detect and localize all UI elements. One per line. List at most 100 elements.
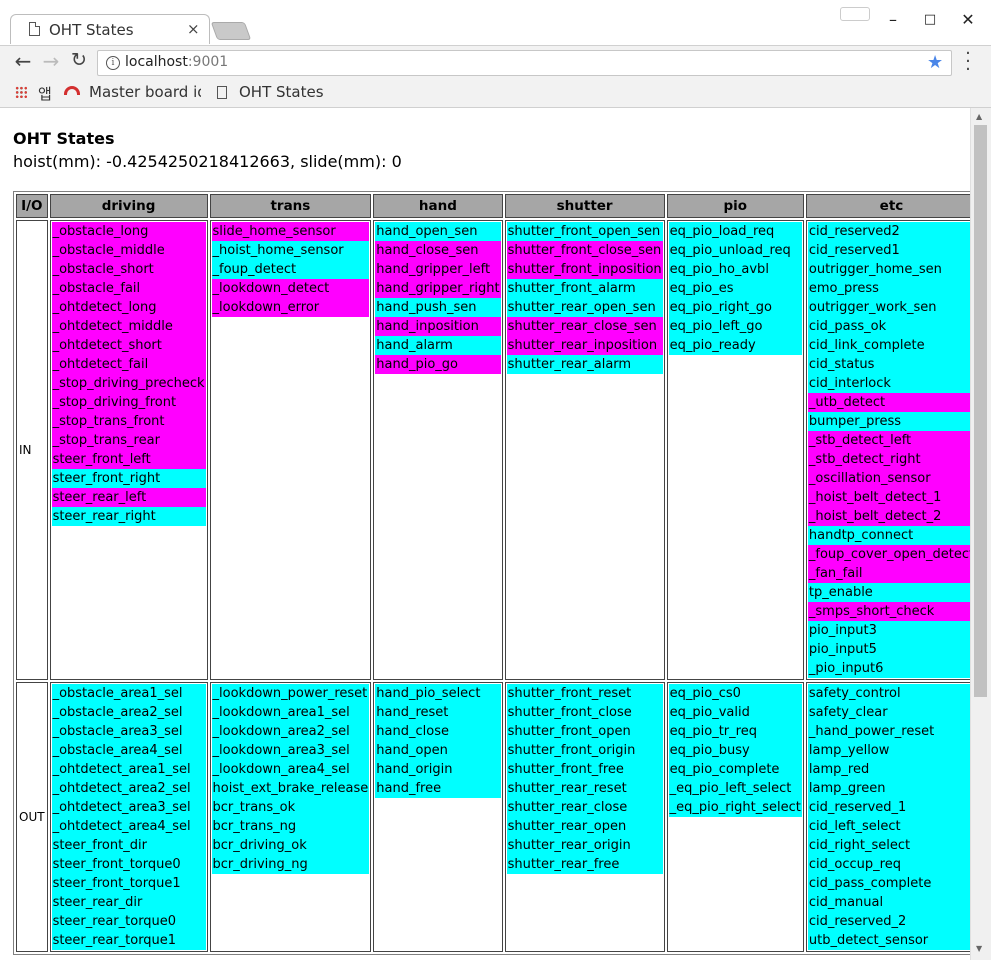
- signal-item: eq_pio_load_req: [668, 222, 802, 241]
- close-tab-icon[interactable]: ×: [187, 20, 200, 38]
- signal-item: cid_status: [807, 355, 970, 374]
- signal-item: shutter_rear_reset: [506, 779, 663, 798]
- new-tab-button[interactable]: [210, 22, 252, 40]
- signal-item: _lookdown_error: [211, 298, 370, 317]
- profile-icon[interactable]: [840, 7, 870, 21]
- signal-item: bcr_driving_ng: [211, 855, 370, 874]
- close-window-button[interactable]: ✕: [958, 10, 978, 29]
- signal-item: shutter_front_origin: [506, 741, 663, 760]
- bookmarks-bar: 앱 Master board io OHT States: [0, 78, 991, 108]
- cell-pio: eq_pio_load_req eq_pio_unload_req eq_pio_h…: [666, 220, 804, 680]
- col-header-trans: trans: [209, 194, 372, 218]
- reload-icon[interactable]: ↻: [68, 49, 90, 71]
- signal-item: _foup_detect: [211, 260, 370, 279]
- bookmark-apps[interactable]: 앱: [38, 83, 52, 104]
- signal-item: _lookdown_area3_sel: [211, 741, 370, 760]
- signal-item: shutter_front_close: [506, 703, 663, 722]
- cell-pio: eq_pio_cs0 eq_pio_valid eq_pio_tr_req eq_pi…: [666, 682, 804, 952]
- signal-item: eq_pio_cs0: [668, 684, 802, 703]
- scroll-thumb[interactable]: [974, 125, 987, 697]
- signal-item: _eq_pio_left_select: [668, 779, 802, 798]
- signal-item: shutter_front_alarm: [506, 279, 663, 298]
- signal-item: _obstacle_middle: [51, 241, 206, 260]
- signal-item: _ohtdetect_short: [51, 336, 206, 355]
- signal-item: pio_input3: [807, 621, 970, 640]
- signal-item: shutter_rear_free: [506, 855, 663, 874]
- io-label: OUT: [16, 682, 48, 952]
- signal-item: shutter_front_open_sen: [506, 222, 663, 241]
- signal-item: cid_pass_complete: [807, 874, 970, 893]
- forward-arrow-icon[interactable]: →: [40, 49, 62, 73]
- signal-item: steer_rear_torque1: [51, 931, 206, 950]
- page-content: OHT States hoist(mm): -0.425425021841266…: [0, 108, 970, 960]
- scroll-up-arrow-icon[interactable]: ▲: [976, 112, 982, 121]
- cell-etc: safety_control safety_clear _hand_power_re…: [805, 682, 970, 952]
- signal-item: hand_free: [375, 779, 501, 798]
- back-arrow-icon[interactable]: ←: [12, 49, 34, 73]
- maximize-button[interactable]: □: [920, 12, 940, 27]
- signal-item: hand_close: [375, 722, 501, 741]
- menu-dots-icon[interactable]: · · ·: [962, 45, 974, 79]
- bookmark-oht-states[interactable]: OHT States: [239, 83, 324, 101]
- signal-item: steer_front_torque0: [51, 855, 206, 874]
- signal-item: bcr_trans_ok: [211, 798, 370, 817]
- cell-trans: slide_home_sensor _hoist_home_sensor _foup…: [209, 220, 372, 680]
- info-icon[interactable]: i: [106, 56, 120, 70]
- master-board-icon: [64, 86, 80, 95]
- signal-item: safety_clear: [807, 703, 970, 722]
- signal-item: hand_open_sen: [375, 222, 501, 241]
- page-title: OHT States: [13, 129, 115, 148]
- signal-item: _lookdown_detect: [211, 279, 370, 298]
- url-port: :9001: [187, 54, 229, 70]
- minimize-button[interactable]: –: [883, 10, 903, 29]
- col-header-pio: pio: [666, 194, 804, 218]
- signal-item: hand_gripper_right: [375, 279, 501, 298]
- signal-item: _lookdown_area1_sel: [211, 703, 370, 722]
- cell-hand: hand_pio_select hand_reset hand_close hand_…: [373, 682, 503, 952]
- signal-item: cid_reserved2: [807, 222, 970, 241]
- apps-grid-icon[interactable]: [15, 86, 28, 99]
- signal-item: eq_pio_ho_avbl: [668, 260, 802, 279]
- signal-item: eq_pio_tr_req: [668, 722, 802, 741]
- signal-item: _pio_input6: [807, 659, 970, 678]
- browser-tab[interactable]: OHT States ×: [10, 14, 210, 44]
- signal-item: _ohtdetect_long: [51, 298, 206, 317]
- signal-item: outrigger_work_sen: [807, 298, 970, 317]
- scroll-down-arrow-icon[interactable]: ▼: [976, 944, 982, 953]
- signal-item: cid_pass_ok: [807, 317, 970, 336]
- signal-item: cid_left_select: [807, 817, 970, 836]
- cell-trans: _lookdown_power_reset _lookdown_area1_sel…: [209, 682, 372, 952]
- col-header-io: I/O: [16, 194, 48, 218]
- states-table: I/O driving trans hand shutter pio etc I…: [13, 191, 970, 955]
- bookmark-star-icon[interactable]: ★: [927, 52, 943, 73]
- signal-item: hand_push_sen: [375, 298, 501, 317]
- io-label: IN: [16, 220, 48, 680]
- signal-item: outrigger_home_sen: [807, 260, 970, 279]
- signal-item: steer_rear_right: [51, 507, 206, 526]
- signal-item: _obstacle_area1_sel: [51, 684, 206, 703]
- signal-item: shutter_rear_open_sen: [506, 298, 663, 317]
- signal-item: steer_front_torque1: [51, 874, 206, 893]
- signal-item: _ohtdetect_area1_sel: [51, 760, 206, 779]
- signal-item: shutter_front_reset: [506, 684, 663, 703]
- signal-item: eq_pio_ready: [668, 336, 802, 355]
- signal-item: utb_detect_sensor: [807, 931, 970, 950]
- table-row-in: IN _obstacle_long _obstacle_middle _obstacl…: [16, 220, 970, 680]
- address-bar[interactable]: i localhost:9001 ★: [97, 50, 952, 76]
- signal-item: lamp_green: [807, 779, 970, 798]
- col-header-hand: hand: [373, 194, 503, 218]
- signal-item: _obstacle_short: [51, 260, 206, 279]
- signal-item: shutter_rear_open: [506, 817, 663, 836]
- signal-item: steer_front_left: [51, 450, 206, 469]
- bookmark-master-board[interactable]: Master board io: [89, 83, 201, 101]
- tab-strip: OHT States × – □ ✕: [0, 0, 991, 45]
- cell-driving: _obstacle_long _obstacle_middle _obstacle_…: [49, 220, 208, 680]
- page-icon: [29, 22, 40, 36]
- signal-item: _obstacle_area4_sel: [51, 741, 206, 760]
- signal-item: slide_home_sensor: [211, 222, 370, 241]
- signal-item: hand_alarm: [375, 336, 501, 355]
- vertical-scrollbar[interactable]: ▲ ▼: [970, 108, 991, 960]
- signal-item: bcr_driving_ok: [211, 836, 370, 855]
- cell-driving: _obstacle_area1_sel _obstacle_area2_sel _o…: [49, 682, 208, 952]
- signal-item: _fan_fail: [807, 564, 970, 583]
